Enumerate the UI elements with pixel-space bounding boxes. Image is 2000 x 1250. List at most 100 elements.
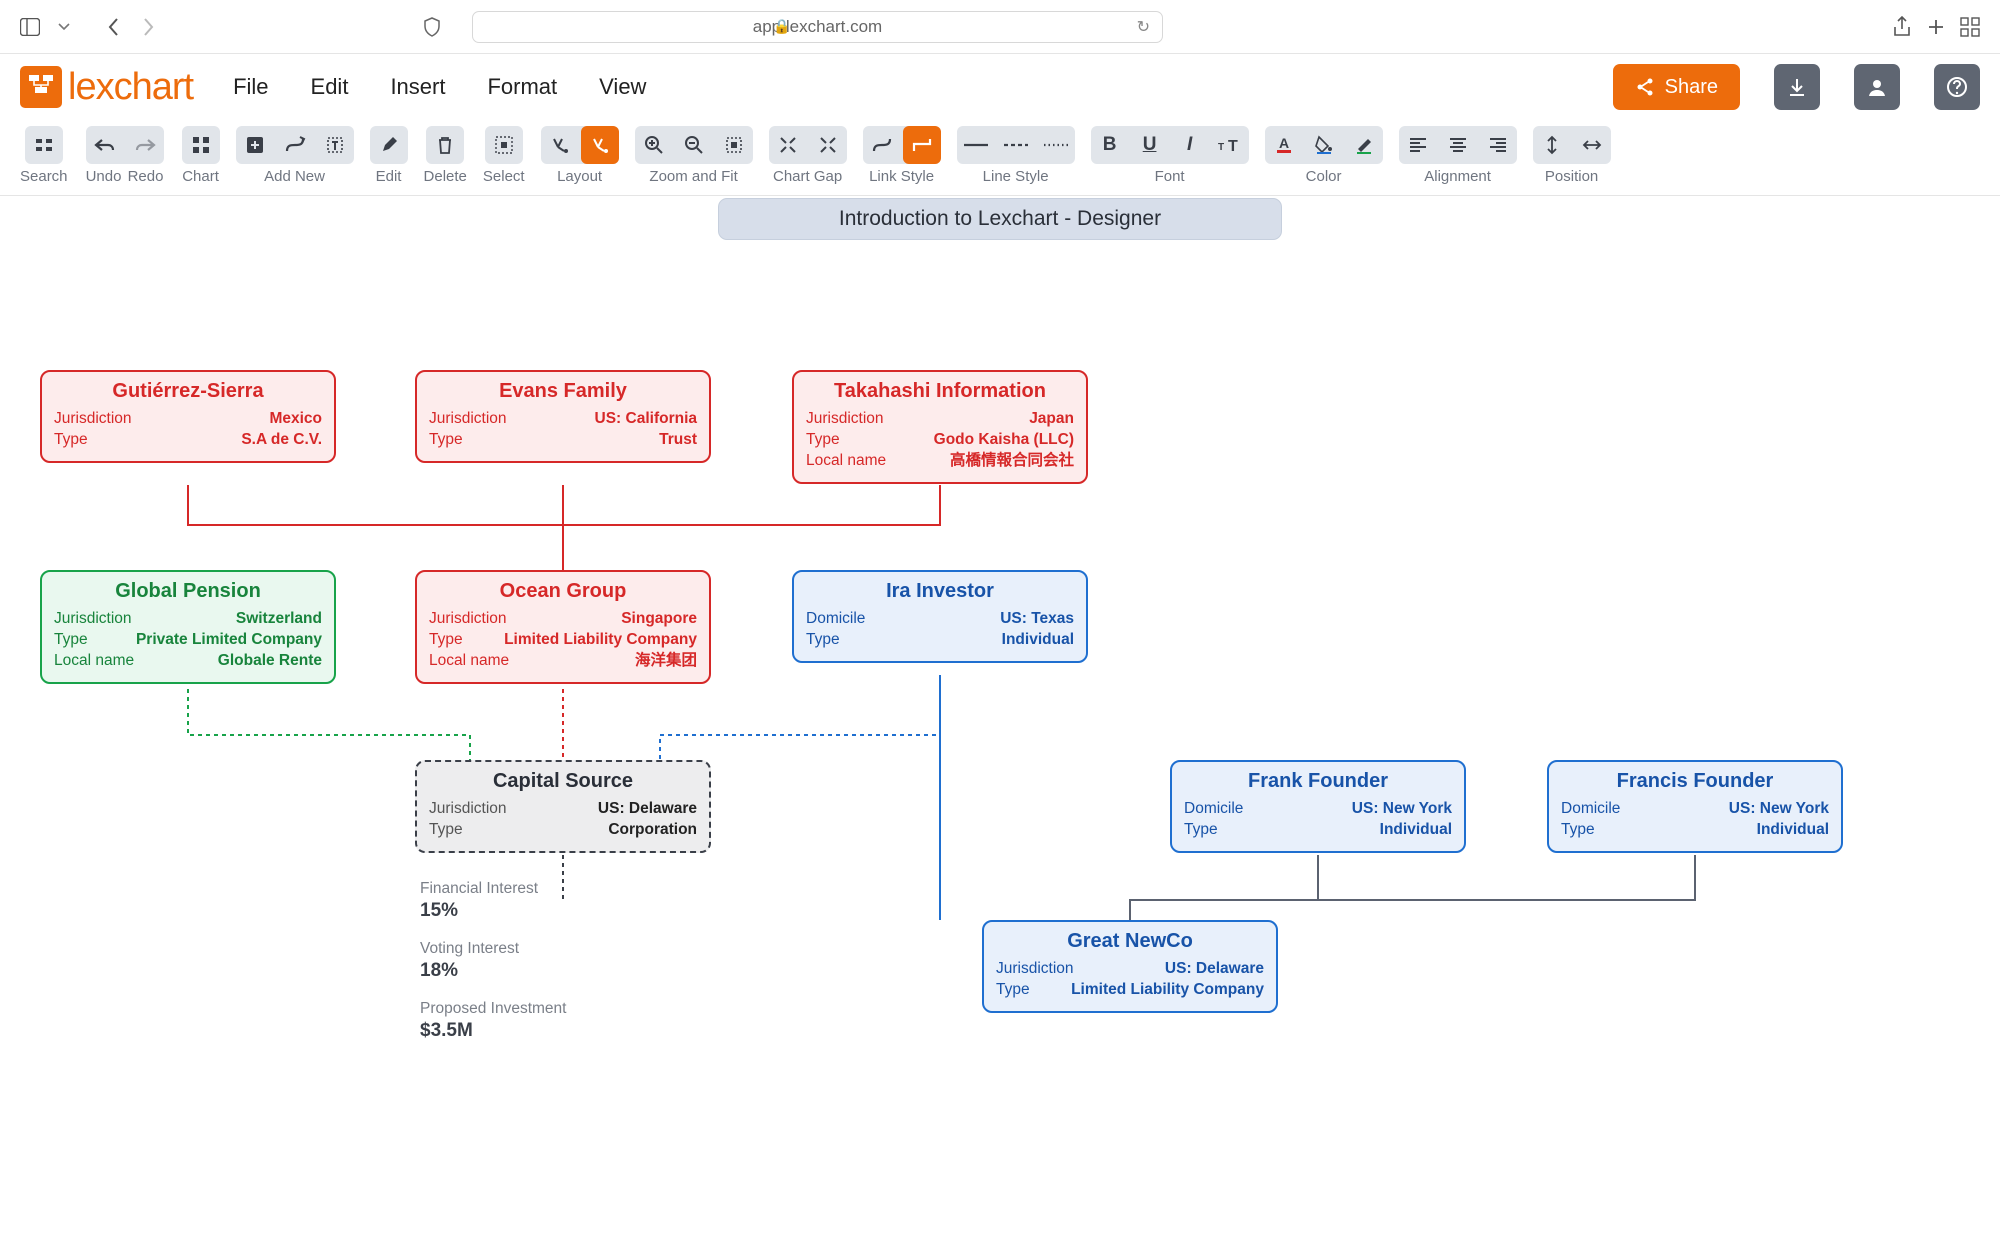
redo-tool[interactable] bbox=[126, 126, 164, 164]
user-button[interactable] bbox=[1854, 64, 1900, 110]
link-curve-tool[interactable] bbox=[863, 126, 901, 164]
italic-tool[interactable]: I bbox=[1171, 126, 1209, 164]
align-left-tool[interactable] bbox=[1399, 126, 1437, 164]
help-button[interactable] bbox=[1934, 64, 1980, 110]
browser-toolbar: 🔒 app.lexchart.com ↻ bbox=[0, 0, 2000, 54]
linkstyle-label: Link Style bbox=[869, 168, 934, 185]
metric-proposed-investment: Proposed Investment $3.5M bbox=[420, 1000, 566, 1042]
entity-title: Global Pension bbox=[54, 580, 322, 603]
app-header: lexchart File Edit Insert Format View Sh… bbox=[0, 54, 2000, 120]
entity-title: Ocean Group bbox=[429, 580, 697, 603]
select-label: Select bbox=[483, 168, 525, 185]
menu-insert[interactable]: Insert bbox=[390, 74, 445, 100]
entity-title: Evans Family bbox=[429, 380, 697, 403]
entity-frank-founder[interactable]: Frank Founder DomicileUS: New York TypeI… bbox=[1170, 760, 1466, 853]
undo-label: Undo bbox=[84, 168, 124, 185]
add-box-tool[interactable] bbox=[236, 126, 274, 164]
chart-canvas[interactable]: Gutiérrez-Sierra JurisdictionMexico Type… bbox=[0, 240, 2000, 1220]
chart-label: Chart bbox=[182, 168, 219, 185]
entity-global-pension[interactable]: Global Pension JurisdictionSwitzerland T… bbox=[40, 570, 336, 684]
textcolor-tool[interactable]: A bbox=[1265, 126, 1303, 164]
entity-title: Gutiérrez-Sierra bbox=[54, 380, 322, 403]
entity-great-newco[interactable]: Great NewCo JurisdictionUS: Delaware Typ… bbox=[982, 920, 1278, 1013]
alignment-label: Alignment bbox=[1424, 168, 1491, 185]
layout-auto-tool[interactable] bbox=[541, 126, 579, 164]
entity-takahashi[interactable]: Takahashi Information JurisdictionJapan … bbox=[792, 370, 1088, 484]
add-link-tool[interactable] bbox=[276, 126, 314, 164]
zoomfit-label: Zoom and Fit bbox=[649, 168, 737, 185]
delete-tool[interactable] bbox=[426, 126, 464, 164]
edit-tool[interactable] bbox=[370, 126, 408, 164]
font-label: Font bbox=[1155, 168, 1185, 185]
forward-button[interactable] bbox=[136, 15, 160, 39]
gap-expand-tool[interactable] bbox=[769, 126, 807, 164]
back-button[interactable] bbox=[102, 15, 126, 39]
plus-icon[interactable] bbox=[1924, 15, 1948, 39]
entity-title: Francis Founder bbox=[1561, 770, 1829, 793]
line-dotted-tool[interactable] bbox=[1037, 126, 1075, 164]
tabs-icon[interactable] bbox=[1958, 15, 1982, 39]
share-button[interactable]: Share bbox=[1613, 64, 1740, 110]
chartgap-label: Chart Gap bbox=[773, 168, 842, 185]
layout-tree-tool[interactable] bbox=[581, 126, 619, 164]
link-ortho-tool[interactable] bbox=[903, 126, 941, 164]
layout-label: Layout bbox=[557, 168, 602, 185]
position-v-tool[interactable] bbox=[1533, 126, 1571, 164]
entity-title: Great NewCo bbox=[996, 930, 1264, 953]
search-tool[interactable] bbox=[25, 126, 63, 164]
line-solid-tool[interactable] bbox=[957, 126, 995, 164]
chart-title-banner[interactable]: Introduction to Lexchart - Designer bbox=[718, 198, 1282, 240]
textsize-tool[interactable]: TT bbox=[1211, 126, 1249, 164]
logo[interactable]: lexchart bbox=[20, 66, 193, 109]
color-label: Color bbox=[1306, 168, 1342, 185]
entity-francis-founder[interactable]: Francis Founder DomicileUS: New York Typ… bbox=[1547, 760, 1843, 853]
metric-voting-interest: Voting Interest 18% bbox=[420, 940, 519, 982]
lock-icon: 🔒 bbox=[773, 18, 790, 35]
redo-label: Redo bbox=[126, 168, 166, 185]
bold-tool[interactable]: B bbox=[1091, 126, 1129, 164]
position-h-tool[interactable] bbox=[1573, 126, 1611, 164]
position-label: Position bbox=[1545, 168, 1598, 185]
entity-title: Frank Founder bbox=[1184, 770, 1452, 793]
url-bar[interactable]: 🔒 app.lexchart.com ↻ bbox=[472, 11, 1163, 43]
align-center-tool[interactable] bbox=[1439, 126, 1477, 164]
fillcolor-tool[interactable] bbox=[1305, 126, 1343, 164]
metric-financial-interest: Financial Interest 15% bbox=[420, 880, 538, 922]
chevron-down-icon[interactable] bbox=[52, 15, 76, 39]
search-label: Search bbox=[20, 168, 68, 185]
bordercolor-tool[interactable] bbox=[1345, 126, 1383, 164]
entity-ocean-group[interactable]: Ocean Group JurisdictionSingapore TypeLi… bbox=[415, 570, 711, 684]
entity-gutierrez[interactable]: Gutiérrez-Sierra JurisdictionMexico Type… bbox=[40, 370, 336, 463]
fit-tool[interactable] bbox=[715, 126, 753, 164]
gap-contract-tool[interactable] bbox=[809, 126, 847, 164]
entity-capital-source[interactable]: Capital Source JurisdictionUS: Delaware … bbox=[415, 760, 711, 853]
menu-view[interactable]: View bbox=[599, 74, 646, 100]
delete-label: Delete bbox=[424, 168, 467, 185]
zoom-in-tool[interactable] bbox=[635, 126, 673, 164]
entity-ira-investor[interactable]: Ira Investor DomicileUS: Texas TypeIndiv… bbox=[792, 570, 1088, 663]
download-button[interactable] bbox=[1774, 64, 1820, 110]
align-right-tool[interactable] bbox=[1479, 126, 1517, 164]
shield-icon[interactable] bbox=[420, 15, 444, 39]
entity-title: Takahashi Information bbox=[806, 380, 1074, 403]
menu-file[interactable]: File bbox=[233, 74, 268, 100]
entity-title: Capital Source bbox=[429, 770, 697, 793]
toolbar: Search UndoRedo Chart Add New Edit Delet… bbox=[0, 120, 2000, 196]
logo-icon bbox=[20, 66, 62, 108]
reload-icon[interactable]: ↻ bbox=[1137, 17, 1150, 37]
svg-text:T: T bbox=[1228, 138, 1238, 154]
underline-tool[interactable]: U bbox=[1131, 126, 1169, 164]
menu-edit[interactable]: Edit bbox=[311, 74, 349, 100]
chart-tool[interactable] bbox=[182, 126, 220, 164]
menu-format[interactable]: Format bbox=[487, 74, 557, 100]
svg-text:T: T bbox=[1218, 142, 1224, 153]
add-text-tool[interactable] bbox=[316, 126, 354, 164]
share-label: Share bbox=[1665, 76, 1718, 99]
line-dashed-tool[interactable] bbox=[997, 126, 1035, 164]
sidebar-toggle-icon[interactable] bbox=[18, 15, 42, 39]
share-icon[interactable] bbox=[1890, 15, 1914, 39]
zoom-out-tool[interactable] bbox=[675, 126, 713, 164]
select-tool[interactable] bbox=[485, 126, 523, 164]
undo-tool[interactable] bbox=[86, 126, 124, 164]
entity-evans[interactable]: Evans Family JurisdictionUS: California … bbox=[415, 370, 711, 463]
